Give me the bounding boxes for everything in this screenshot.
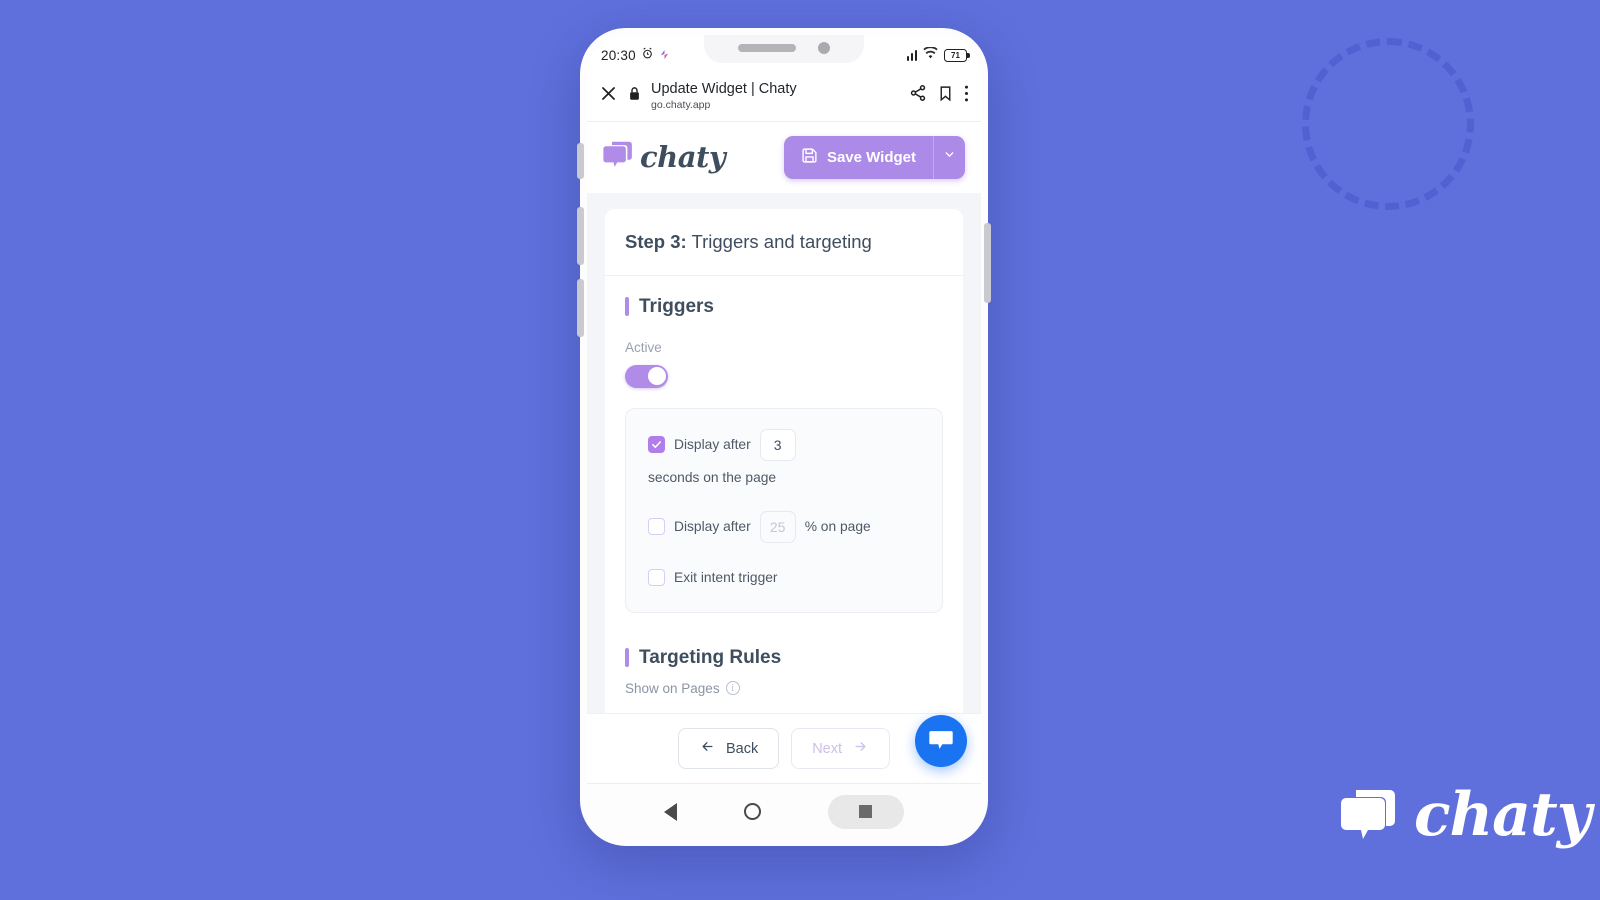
battery-icon: 71: [944, 48, 970, 62]
phone-notch: [704, 35, 864, 63]
seconds-input[interactable]: 3: [759, 428, 796, 461]
active-label: Active: [625, 339, 662, 355]
trigger-row-time: Display after 3 seconds on the page: [648, 428, 920, 485]
toggle-knob: [647, 367, 666, 386]
phone-device-frame: 20:30 71 Update Widget | Chaty go.chaty.…: [577, 28, 991, 846]
page-url: go.chaty.app: [651, 98, 711, 111]
step-number-label: Step 3:: [625, 230, 687, 252]
section-accent-bar: [625, 297, 629, 317]
status-bar-right: 71: [906, 46, 970, 64]
status-bar: 20:30 71: [587, 35, 981, 75]
watermark-brand-text: chaty: [1414, 780, 1592, 850]
phone-volume-down-button[interactable]: [577, 279, 584, 337]
more-vertical-icon[interactable]: [964, 84, 969, 108]
exit-intent-label: Exit intent trigger: [674, 569, 778, 585]
show-on-pages-field: Show on Pages i: [625, 681, 943, 696]
targeting-section-heading: Targeting Rules: [625, 647, 943, 669]
lock-icon: [628, 86, 641, 106]
back-button-label: Back: [725, 740, 759, 757]
display-after-seconds-label-before: Display after: [674, 437, 751, 453]
display-after-seconds-checkbox[interactable]: [648, 436, 665, 454]
share-icon[interactable]: [909, 84, 927, 107]
next-button[interactable]: Next: [791, 728, 891, 769]
display-after-percent-label-after: % on page: [804, 519, 871, 535]
save-widget-button-group: Save Widget: [783, 135, 965, 179]
arrow-right-icon: [852, 739, 869, 758]
wifi-icon: [923, 46, 938, 64]
alarm-clock-icon: [641, 47, 654, 63]
save-widget-label: Save Widget: [826, 148, 916, 166]
decorative-dashed-circle: [1302, 38, 1474, 210]
browser-toolbar: Update Widget | Chaty go.chaty.app: [587, 75, 981, 122]
targeting-heading-label: Targeting Rules: [639, 646, 782, 668]
step-header: Step 3: Triggers and targeting: [605, 209, 963, 276]
android-navigation-bar: [587, 783, 981, 839]
chat-widget-button[interactable]: [915, 715, 967, 767]
step-card: Step 3: Triggers and targeting Triggers …: [605, 208, 963, 713]
next-button-label: Next: [812, 740, 843, 757]
arrow-left-icon: [699, 739, 716, 758]
signal-bars-icon: [906, 49, 917, 61]
exit-intent-checkbox[interactable]: [648, 568, 665, 586]
chat-bubble-icon: [928, 726, 954, 757]
save-widget-dropdown-toggle[interactable]: [933, 135, 965, 179]
close-icon[interactable]: [599, 84, 618, 108]
save-floppy-icon: [801, 147, 818, 168]
triangle-back-icon[interactable]: [664, 802, 678, 821]
save-widget-button[interactable]: Save Widget: [784, 136, 933, 179]
display-after-percent-checkbox[interactable]: [648, 518, 665, 536]
phone-screen: 20:30 71 Update Widget | Chaty go.chaty.…: [587, 35, 981, 839]
triggers-active-toggle[interactable]: [625, 364, 668, 388]
square-recents-icon: [859, 805, 873, 818]
front-camera-icon: [818, 42, 830, 54]
app-header: chaty Save Widget: [587, 121, 981, 193]
chaty-logo[interactable]: chaty: [603, 139, 726, 174]
page-content[interactable]: Step 3: Triggers and targeting Triggers …: [587, 192, 981, 713]
trigger-row-scroll: Display after 25 % on page: [648, 510, 920, 543]
chat-bubbles-icon: [603, 140, 633, 174]
phone-power-button[interactable]: [984, 223, 991, 303]
address-bar[interactable]: Update Widget | Chaty go.chaty.app: [651, 81, 899, 111]
show-on-pages-label: Show on Pages: [625, 680, 720, 696]
status-bar-left: 20:30: [601, 47, 670, 63]
phone-volume-up-button[interactable]: [577, 207, 584, 265]
logo-text: chaty: [640, 139, 726, 174]
chevron-down-icon: [943, 148, 956, 166]
app-notification-icon: [659, 48, 670, 63]
recents-button[interactable]: [827, 794, 904, 829]
page-title: Update Widget | Chaty: [651, 81, 797, 97]
chaty-watermark: chaty: [1340, 780, 1592, 850]
phone-side-button-top[interactable]: [577, 143, 584, 179]
triggers-section-heading: Triggers: [625, 296, 943, 318]
back-button[interactable]: Back: [677, 728, 780, 769]
step-body: Triggers Active Display after 3 seconds …: [605, 276, 963, 696]
display-after-percent-label-before: Display after: [674, 519, 751, 535]
wizard-footer: Back Next: [587, 713, 981, 783]
step-title-label: Triggers and targeting: [686, 230, 872, 252]
earpiece-speaker: [738, 44, 796, 52]
percent-input[interactable]: 25: [759, 510, 796, 543]
display-after-seconds-label-after: seconds on the page: [648, 469, 777, 485]
triggers-heading-label: Triggers: [639, 295, 714, 317]
trigger-row-exit-intent: Exit intent trigger: [648, 568, 920, 586]
info-icon[interactable]: i: [725, 681, 740, 696]
section-accent-bar: [625, 648, 629, 668]
circle-home-icon[interactable]: [743, 803, 761, 820]
status-bar-clock: 20:30: [601, 47, 636, 63]
bookmark-icon[interactable]: [937, 85, 954, 107]
triggers-options-box: Display after 3 seconds on the page Disp…: [625, 407, 943, 613]
chat-bubbles-icon: [1340, 786, 1398, 844]
